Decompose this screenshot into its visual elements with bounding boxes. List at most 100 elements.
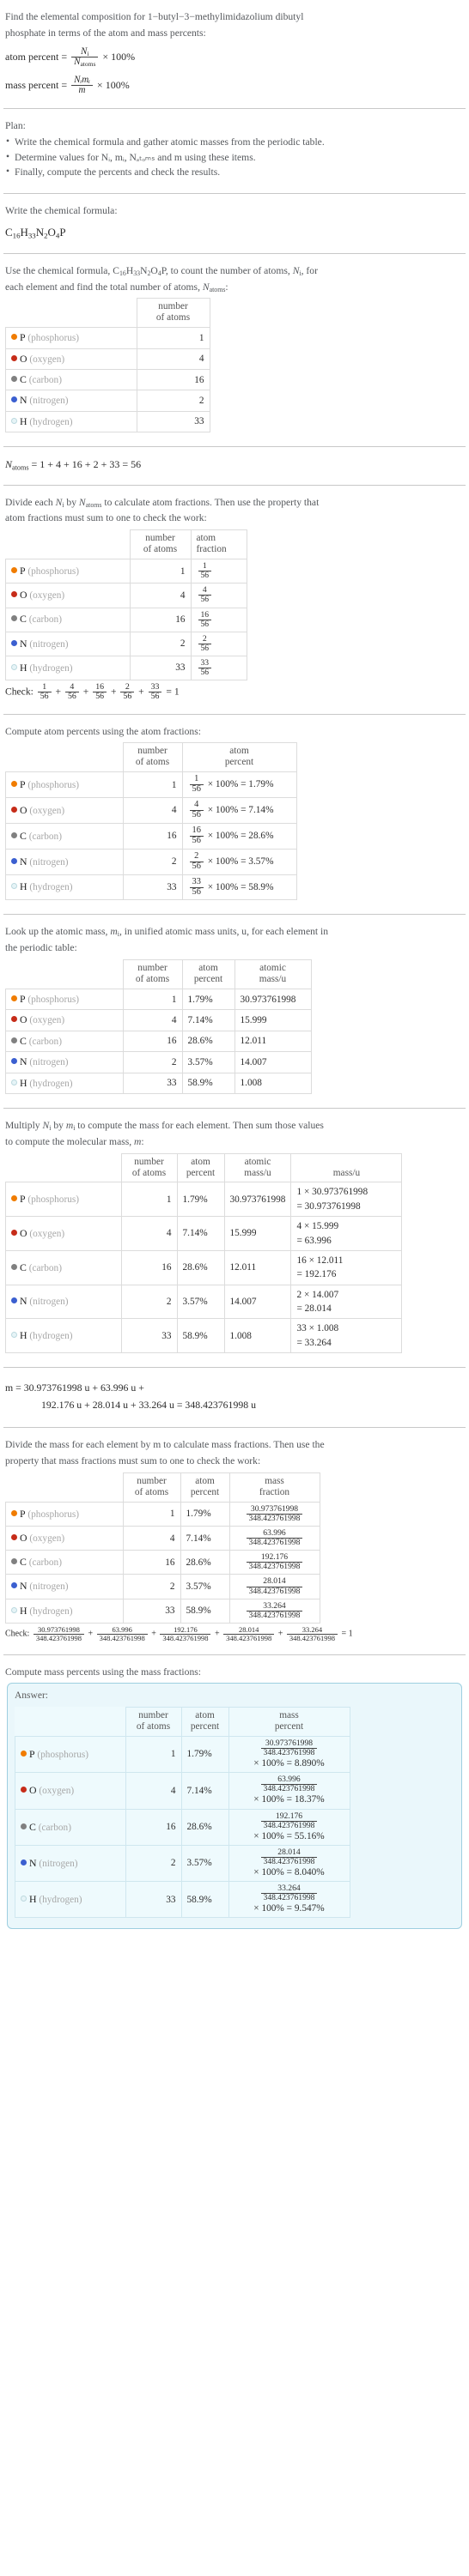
atomic-mass-value: 30.973761998 [223, 1182, 292, 1218]
element-mass-table: number of atoms atom percent atomic mass/u … [5, 1152, 403, 1354]
fraction-numerator: 33.264 [263, 1600, 286, 1611]
element-cell: N (nitrogen) [5, 1284, 122, 1320]
header-line-1: mass [279, 1710, 299, 1721]
atom-count: 16 [125, 1808, 182, 1846]
divider [3, 1427, 466, 1429]
count-prompt-line-2: each element and find the total number o… [5, 281, 228, 293]
element-symbol: C [20, 829, 27, 842]
fraction: 63.996 348.423761998 [246, 1529, 303, 1547]
header-atom-percent: atom percent [176, 1152, 225, 1183]
element-color-dot [11, 1079, 17, 1085]
header-atom-percent: atom percent [181, 742, 297, 773]
chemical-formula: C16H33N2O4P [5, 225, 464, 241]
mass-percent-result: × 100% = 18.37% [234, 1793, 344, 1805]
answer-box: Answer: number of atoms atom percent mass p… [7, 1683, 462, 1930]
atomic-mass-value: 12.011 [234, 1030, 312, 1053]
mass-lookup-line-1: Look up the atomic mass, mi, in unified … [5, 926, 329, 939]
fraction-denominator: 348.423761998 [246, 1538, 303, 1547]
answer-label: Answer: [15, 1690, 48, 1702]
atom-percent-value: 7.14% [176, 1216, 225, 1251]
plan-block: Plan: Write the chemical formula and gat… [3, 114, 466, 188]
plus-sign: + [88, 1629, 94, 1639]
atom-count: 1 [129, 559, 192, 584]
header-atom-percent: atom percent [180, 1472, 230, 1503]
fraction: 33.264 348.423761998 [260, 1884, 318, 1902]
atom-percent-value: 1.79% [180, 1501, 230, 1527]
atom-count-table: number of atoms P (phosphorus) 1 O (oxyge… [5, 298, 210, 433]
element-name: (nitrogen) [29, 856, 69, 868]
atom-percent-value: 3.57% [180, 1574, 230, 1599]
atom-count: 33 [129, 655, 192, 680]
element-color-dot [11, 1606, 17, 1613]
header-mass-u: mass/u [290, 1152, 403, 1183]
times-100-percent: × 100% [253, 1830, 284, 1841]
element-color-dot [11, 806, 17, 813]
fraction: 2 56 [198, 634, 212, 653]
mass-expression: 4 × 15.999 = 63.996 [290, 1216, 403, 1251]
divider [3, 713, 466, 715]
plus-sign: + [151, 1629, 156, 1639]
element-color-dot [11, 615, 17, 622]
element-symbol: N [20, 394, 27, 407]
fraction: 63.996 348.423761998 [96, 1625, 148, 1642]
mass-percent-result: × 100% = 9.547% [234, 1902, 344, 1914]
fraction: 30.973761998 348.423761998 [246, 1504, 303, 1523]
header-line-2: of atoms [134, 1487, 169, 1497]
table-row: N (nitrogen) 2 3.57% 14.007 [5, 1051, 312, 1073]
fraction-denominator: 56 [120, 692, 135, 701]
mass-percent-expression: 28.014 348.423761998 × 100% = 8.040% [228, 1844, 350, 1883]
atom-count: 33 [120, 1318, 178, 1354]
atom-percent-table: number of atoms atom percent P (phosphorus… [5, 742, 297, 901]
molecular-mass-block: m = 30.973761998 u + 63.996 u + 192.176 … [3, 1373, 466, 1422]
fraction-numerator: 4 [70, 681, 75, 692]
element-name: (carbon) [28, 1557, 62, 1569]
element-name: (oxygen) [29, 805, 65, 816]
header-line-2: percent [186, 1167, 216, 1178]
element-name: (nitrogen) [29, 396, 69, 407]
element-symbol: O [20, 803, 27, 816]
atomic-mass-table: number of atoms atom percent atomic mass/u … [5, 959, 312, 1094]
times-100-percent: × 100% [207, 881, 239, 892]
element-cell: P (phosphorus) [5, 771, 124, 799]
atom-percent-value: 58.9% [181, 1072, 235, 1094]
element-cell: C (carbon) [5, 823, 124, 850]
element-color-dot [11, 1016, 17, 1023]
fraction-denominator: 348.423761998 [260, 1893, 318, 1902]
mass-lookup-line-2: the periodic table: [5, 942, 77, 954]
mass-percent-label: mass percent [5, 78, 59, 91]
divider [3, 484, 466, 486]
empty-header [15, 1708, 126, 1737]
atom-fraction-cell: 2 56 [190, 631, 247, 656]
element-color-dot [11, 396, 17, 403]
plus-sign: + [110, 686, 117, 698]
fraction-numerator: 4 [202, 585, 207, 596]
table-row: H (hydrogen) 33 58.9% 33.264 348.423761998 [5, 1598, 320, 1624]
header-number-of-atoms: number of atoms [122, 1472, 181, 1503]
atom-percent-value: 3.57% [181, 1051, 235, 1073]
fraction-numerator: 2 [125, 681, 130, 692]
element-cell: H (hydrogen) [15, 1881, 126, 1919]
atom-percent-value: 28.6% [180, 1808, 229, 1846]
atom-percent-value: 3.57% [248, 856, 274, 867]
fraction-denominator: 56 [189, 861, 204, 872]
fraction-denominator: 56 [37, 692, 52, 701]
plus-sign: + [214, 1629, 220, 1639]
equals-sign: = [286, 1830, 293, 1841]
ni-mi-symbol: Nᵢmᵢ [74, 74, 90, 85]
element-color-dot [11, 417, 17, 424]
atom-count: 4 [129, 583, 192, 608]
header-line-2: of atoms [143, 544, 178, 555]
table-row: O (oxygen) 4 7.14% 63.996 348.423761998 × 100… [15, 1772, 350, 1810]
element-name: (hydrogen) [29, 1078, 73, 1089]
element-cell: C (carbon) [5, 1550, 124, 1575]
table-row: N (nitrogen) 2 3.57% 28.014 348.423761998 [5, 1574, 320, 1599]
formula-el: C16 [5, 225, 21, 240]
atomic-mass-value: 30.973761998 [234, 989, 312, 1011]
header-line-2: percent [193, 974, 223, 985]
element-color-dot [21, 1787, 27, 1793]
times-100-percent: × 100% [207, 831, 239, 842]
mass-fraction-line-1: Divide the mass for each element by m to… [5, 1439, 325, 1451]
element-symbol: H [20, 1329, 27, 1342]
plan-list: Write the chemical formula and gather at… [5, 135, 464, 180]
table-row: C (carbon) 16 28.6% 192.176 348.423761998 × 1… [15, 1808, 350, 1846]
